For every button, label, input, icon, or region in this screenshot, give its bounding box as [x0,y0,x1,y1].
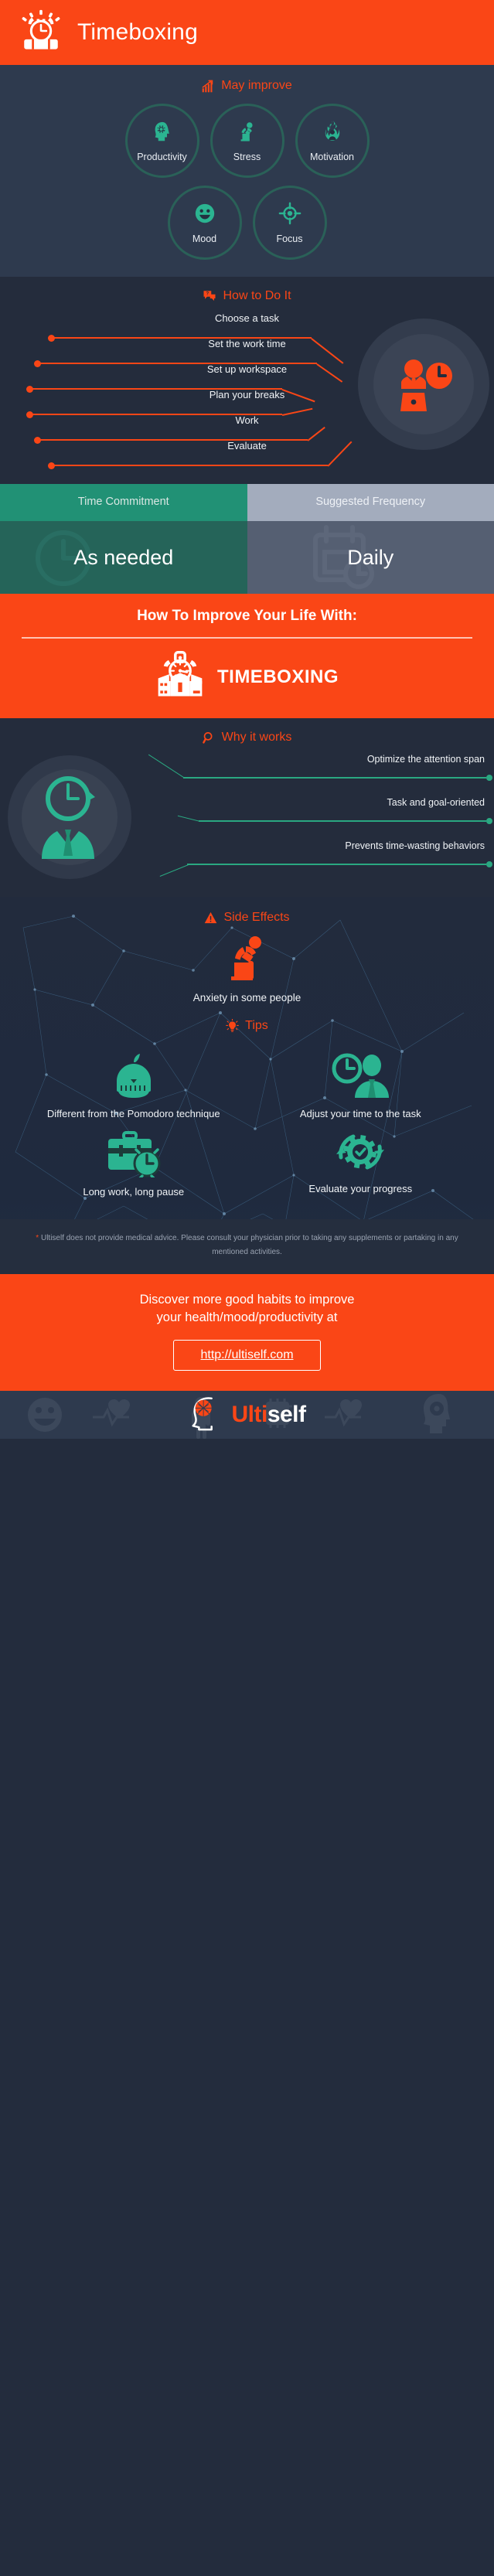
how-to-step-label: Evaluate [227,440,267,451]
anxious-person-icon [224,936,271,986]
may-improve-item-productivity: Productivity [124,104,199,178]
tip-item: Long work, long pause [20,1130,247,1198]
panel-time-commitment: Time Commitment As needed [0,484,247,594]
how-to-step: Choose a task [0,312,494,363]
may-improve-item-label: Productivity [137,151,187,162]
tip-item: Evaluate your progress [247,1130,475,1198]
svg-text:?: ? [206,292,210,297]
smiley-face-icon [193,202,216,229]
improve-life-band: How To Improve Your Life With: TIMEBOXIN… [0,594,494,718]
briefcase-alarm-icon [105,1131,162,1181]
why-it-works-heading: Why it works [0,731,494,745]
band-heading: How To Improve Your Life With: [137,608,357,624]
tip-label: Adjust your time to the task [299,1108,421,1119]
how-to-heading: ? How to Do It [0,289,494,303]
panel-value: As needed [73,545,174,569]
page-title: Timeboxing [77,19,198,45]
panel-value: Daily [347,545,394,569]
why-it-works-section: Why it works Optimize the attention span [0,718,494,897]
how-to-step-label: Set the work time [208,338,286,349]
businessman-clock-icon [390,359,454,423]
brand-wordmark: Ultiself [231,1402,306,1428]
website-link[interactable]: http://ultiself.com [173,1340,321,1371]
may-improve-item-label: Focus [276,233,303,244]
tip-label: Evaluate your progress [308,1183,413,1195]
why-item-label: Prevents time-wasting behaviors [345,840,485,851]
tomato-timer-icon [110,1054,158,1102]
why-item: Prevents time-wasting behaviors [92,840,494,877]
may-improve-item-label: Motivation [310,151,354,162]
tip-item: Different from the Pomodoro technique [20,1053,247,1120]
why-item: Task and goal-oriented [92,797,494,824]
target-icon [278,202,302,229]
lightbulb-icon [226,1019,240,1033]
band-divider [22,637,472,639]
person-clock-arrow-icon [36,772,105,869]
disclaimer-text: Ultiself does not provide medical advice… [39,1233,458,1257]
side-effects-tips-content: Side Effects Anxiety in some people Tips… [0,897,494,1219]
tip-item: Adjust your time to the task [247,1053,475,1120]
person-clock-icon [330,1053,390,1102]
alarm-clock-open-box-icon [155,651,205,703]
why-item-label: Optimize the attention span [366,754,485,765]
may-improve-section: May improve Productivity Stress Motivati… [0,65,494,277]
panel-body: As needed [0,521,247,594]
band-logo-word: TIMEBOXING [216,666,339,687]
side-effect-label: Anxiety in some people [192,992,302,1003]
tip-label: Different from the Pomodoro technique [46,1108,220,1119]
side-effects-title: Side Effects [223,911,290,924]
brand-name-rest: self [267,1402,306,1428]
magnifier-icon [202,731,216,745]
disclaimer: * Ultiself does not provide medical advi… [0,1218,494,1274]
panel-heading: Time Commitment [0,484,247,521]
fire-person-icon [321,120,344,147]
panel-heading: Suggested Frequency [247,484,494,521]
infographic-page: Timeboxing May improve Productivity Stre… [0,0,494,1440]
side-effects-heading: Side Effects [0,897,494,925]
how-to-steps: Choose a task Set the work time Set up w… [0,312,494,469]
panel-suggested-frequency: Suggested Frequency Daily [247,484,494,594]
alarm-clock-box-icon [19,9,63,57]
stressed-person-icon [236,120,259,147]
how-to-title: How to Do It [223,289,291,302]
question-bubble-icon: ? [203,289,216,303]
gear-refresh-check-icon [333,1134,387,1177]
may-improve-item-stress: Stress [210,104,284,178]
tip-label: Long work, long pause [83,1186,185,1198]
may-improve-heading: May improve [0,79,494,93]
warning-triangle-icon [204,911,217,924]
how-to-step-label: Choose a task [214,312,280,324]
may-improve-title: May improve [221,79,292,92]
side-effects-tips-section: Side Effects Anxiety in some people Tips… [0,897,494,1219]
footer-cta-line-1: Discover more good habits to improve [139,1292,355,1307]
may-improve-item-motivation: Motivation [295,104,370,178]
how-to-step: Evaluate [0,440,494,469]
may-improve-row-1: Productivity Stress Motivation [0,104,494,178]
tips-heading: Tips [0,1003,494,1033]
tips-grid: Different from the Pomodoro technique Ad… [0,1044,494,1219]
why-item: Optimize the attention span [92,754,494,781]
brand-name-accent: Ulti [231,1402,267,1428]
may-improve-item-label: Stress [233,151,261,162]
how-to-section: ? How to Do It Choose a task Set the wor… [0,277,494,484]
brain-head-icon [188,1395,223,1435]
why-it-works-body: Optimize the attention span Task and goa… [0,754,494,883]
side-effect-item: Anxiety in some people [0,935,494,1003]
footer-cta-line-2: your health/mood/productivity at [156,1310,338,1325]
growth-chart-icon [202,80,215,93]
panel-body: Daily [247,521,494,594]
why-it-works-title: Why it works [221,731,292,744]
brand-footer: Ultiself [0,1391,494,1440]
may-improve-row-2: Mood Focus [0,186,494,260]
band-logo: TIMEBOXING [0,646,494,703]
may-improve-item-label: Mood [192,233,217,244]
head-gear-icon [151,120,174,147]
may-improve-item-focus: Focus [252,186,327,260]
may-improve-item-mood: Mood [167,186,242,260]
summary-panels: Time Commitment As needed Suggested Freq… [0,484,494,594]
page-header: Timeboxing [0,0,494,65]
footer-cta: Discover more good habits to improve you… [0,1273,494,1392]
why-item-label: Task and goal-oriented [387,797,485,808]
tips-title: Tips [245,1019,268,1032]
